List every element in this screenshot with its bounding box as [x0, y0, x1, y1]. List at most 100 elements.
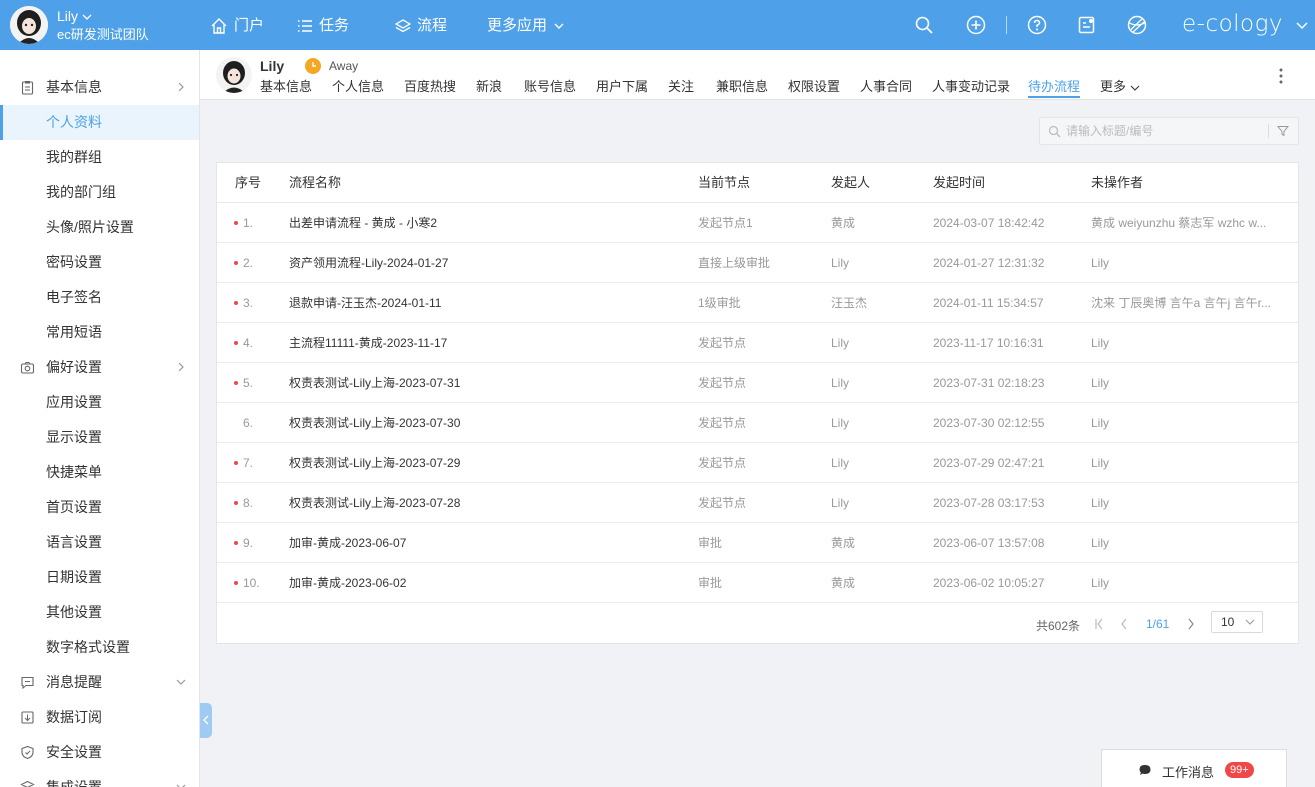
sidebar-item-label: 密码设置: [46, 254, 102, 270]
sidebar-item-shortcut-menu[interactable]: 快捷菜单: [0, 455, 199, 490]
workflow-name-link[interactable]: 退款申请-汪玉杰-2024-01-11: [289, 295, 689, 311]
nav-more-apps[interactable]: 更多应用: [487, 16, 565, 36]
tab-permissions[interactable]: 权限设置: [788, 78, 840, 98]
tab-part-time[interactable]: 兼职信息: [716, 78, 768, 98]
sidebar-item-phrases[interactable]: 常用短语: [0, 315, 199, 350]
profile-avatar[interactable]: [216, 57, 252, 93]
table-row[interactable]: 10. 加审-黄成-2023-06-02 审批 黄成 2023-06-02 10:05:…: [217, 563, 1298, 603]
profile-name: Lily: [260, 58, 285, 74]
sidebar-item-language[interactable]: 语言设置: [0, 525, 199, 560]
workflow-name-link[interactable]: 加审-黄成-2023-06-02: [289, 575, 689, 591]
next-page-icon[interactable]: [1186, 618, 1196, 630]
sidebar-item-security[interactable]: 安全设置: [0, 735, 199, 770]
subscribe-icon: [21, 711, 34, 724]
table-row[interactable]: 1. 出差申请流程 - 黄成 - 小寒2 发起节点1 黄成 2024-03-07 18…: [217, 203, 1298, 243]
tab-more[interactable]: 更多: [1100, 78, 1140, 98]
table-header: 序号 流程名称 当前节点 发起人 发起时间 未操作者: [217, 163, 1298, 203]
sidebar-item-data-subscription[interactable]: 数据订阅: [0, 700, 199, 735]
workflow-name-link[interactable]: 资产领用流程-Lily-2024-01-27: [289, 255, 689, 271]
tab-subordinates[interactable]: 用户下属: [596, 78, 648, 98]
filter-icon[interactable]: [1277, 125, 1289, 137]
table-row[interactable]: 6. 权责表测试-Lily上海-2023-07-30 发起节点 Lily 2023-07…: [217, 403, 1298, 443]
table-row[interactable]: 3. 退款申请-汪玉杰-2024-01-11 1级审批 汪玉杰 2024-01-11 1…: [217, 283, 1298, 323]
pending-operators: Lily: [1091, 416, 1110, 430]
sidebar-item-label: 语言设置: [46, 534, 102, 550]
workflow-name-link[interactable]: 出差申请流程 - 黄成 - 小寒2: [289, 215, 689, 231]
col-time[interactable]: 发起时间: [933, 175, 1053, 191]
nav-more-apps-label: 更多应用: [487, 17, 548, 34]
first-page-icon[interactable]: [1094, 618, 1104, 630]
table-row[interactable]: 2. 资产领用流程-Lily-2024-01-27 直接上级审批 Lily 2024-0…: [217, 243, 1298, 283]
page-size-select[interactable]: 10: [1211, 611, 1263, 633]
start-time: 2023-07-28 03:17:53: [933, 496, 1045, 510]
work-messages-button[interactable]: 工作消息 99+: [1101, 749, 1287, 787]
theme-icon[interactable]: [1127, 15, 1147, 35]
sidebar-item-app-settings[interactable]: 应用设置: [0, 385, 199, 420]
tab-hr-changes[interactable]: 人事变动记录: [932, 78, 1010, 98]
table-row[interactable]: 7. 权责表测试-Lily上海-2023-07-29 发起节点 Lily 2023-07…: [217, 443, 1298, 483]
brand-logo[interactable]: e-cology: [1182, 11, 1309, 37]
contacts-icon[interactable]: [1077, 15, 1097, 35]
sidebar-item-dept-groups[interactable]: 我的部门组: [0, 175, 199, 210]
more-vertical-icon[interactable]: [1278, 67, 1284, 85]
table-row[interactable]: 9. 加审-黄成-2023-06-07 审批 黄成 2023-06-07 13:57:0…: [217, 523, 1298, 563]
sidebar-item-date-settings[interactable]: 日期设置: [0, 560, 199, 595]
search-icon[interactable]: [914, 15, 934, 35]
tab-basic-info[interactable]: 基本信息: [260, 78, 312, 98]
workflow-name-link[interactable]: 权责表测试-Lily上海-2023-07-30: [289, 415, 689, 431]
row-number: 9.: [243, 536, 254, 550]
sidebar-item-avatar-settings[interactable]: 头像/照片设置: [0, 210, 199, 245]
tab-personal-info[interactable]: 个人信息: [332, 78, 384, 98]
workflow-name-link[interactable]: 主流程11111-黄成-2023-11-17: [289, 335, 689, 351]
table-row[interactable]: 4. 主流程11111-黄成-2023-11-17 发起节点 Lily 2023-11-…: [217, 323, 1298, 363]
nav-tasks[interactable]: 任务: [297, 16, 349, 36]
sidebar-item-profile[interactable]: 个人资料: [0, 105, 199, 140]
sidebar-item-label: 其他设置: [46, 604, 102, 620]
page-indicator[interactable]: 1/61: [1146, 617, 1169, 631]
nav-workflow[interactable]: 流程: [395, 16, 447, 36]
workflow-name-link[interactable]: 权责表测试-Lily上海-2023-07-28: [289, 495, 689, 511]
workflow-name-link[interactable]: 权责表测试-Lily上海-2023-07-29: [289, 455, 689, 471]
sidebar-item-my-groups[interactable]: 我的群组: [0, 140, 199, 175]
workflow-name-link[interactable]: 权责表测试-Lily上海-2023-07-31: [289, 375, 689, 391]
row-number: 3.: [243, 296, 254, 310]
help-icon[interactable]: [1027, 15, 1047, 35]
pending-operators: Lily: [1091, 456, 1110, 470]
sidebar-item-password[interactable]: 密码设置: [0, 245, 199, 280]
user-name-dropdown[interactable]: Lily: [57, 8, 92, 25]
tab-hr-contract[interactable]: 人事合同: [860, 78, 912, 98]
start-time: 2024-01-11 15:34:57: [933, 296, 1044, 310]
sidebar-item-label: 偏好设置: [46, 359, 102, 375]
sidebar-item-other-settings[interactable]: 其他设置: [0, 595, 199, 630]
table-row[interactable]: 5. 权责表测试-Lily上海-2023-07-31 发起节点 Lily 2023-07…: [217, 363, 1298, 403]
tab-baidu-hot[interactable]: 百度热搜: [404, 78, 456, 98]
sidebar-item-display-settings[interactable]: 显示设置: [0, 420, 199, 455]
sidebar-item-e-signature[interactable]: 电子签名: [0, 280, 199, 315]
tab-account-info[interactable]: 账号信息: [524, 78, 576, 98]
nav-portal[interactable]: 门户: [210, 16, 264, 36]
tab-pending-workflows[interactable]: 待办流程: [1028, 78, 1081, 98]
col-creator[interactable]: 发起人: [831, 175, 911, 191]
page-size-value: 10: [1221, 615, 1235, 629]
plus-circle-icon[interactable]: [966, 15, 986, 35]
workflow-name-link[interactable]: 加审-黄成-2023-06-07: [289, 535, 689, 551]
search-input[interactable]: [1066, 122, 1261, 140]
sidebar-item-integration[interactable]: 集成设置: [0, 770, 199, 787]
user-avatar[interactable]: [10, 6, 48, 44]
status-badge: Away: [329, 59, 359, 73]
col-node[interactable]: 当前节点: [698, 175, 798, 191]
sidebar-item-notifications[interactable]: 消息提醒: [0, 665, 199, 700]
chevron-right-icon: [178, 82, 184, 92]
sidebar-item-number-format[interactable]: 数字格式设置: [0, 630, 199, 665]
prev-page-icon[interactable]: [1119, 618, 1129, 630]
sidebar-item-preferences[interactable]: 偏好设置: [0, 350, 199, 385]
table-row[interactable]: 8. 权责表测试-Lily上海-2023-07-28 发起节点 Lily 2023-07…: [217, 483, 1298, 523]
tab-follow[interactable]: 关注: [668, 78, 694, 98]
brand-name: e-cology: [1182, 11, 1284, 37]
sidebar-item-home-settings[interactable]: 首页设置: [0, 490, 199, 525]
sidebar-item-basic-info[interactable]: 基本信息: [0, 70, 199, 105]
col-name[interactable]: 流程名称: [289, 175, 409, 191]
sidebar-item-label: 常用短语: [46, 324, 102, 340]
tab-sina[interactable]: 新浪: [476, 78, 502, 98]
chat-bubble-icon: [1139, 765, 1151, 775]
